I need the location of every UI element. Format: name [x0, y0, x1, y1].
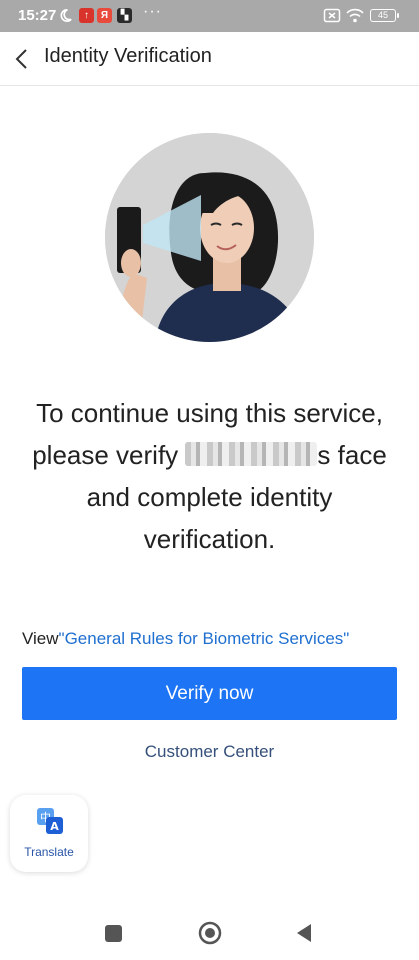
message-line: please verify s face [14, 434, 405, 476]
message-line: To continue using this service, [36, 398, 383, 428]
svg-text:A: A [50, 820, 59, 833]
recent-apps-icon[interactable] [105, 925, 122, 942]
status-time: 15:27 [18, 7, 57, 24]
message-text: s face [317, 440, 387, 470]
rules-prefix: View [22, 629, 59, 648]
status-bar: 15:27 ↑ Я ▚ ··· 45 [0, 0, 419, 32]
biometric-rules-notice: View"General Rules for Biometric Service… [22, 629, 349, 649]
translate-label: Translate [24, 845, 74, 859]
system-nav-bar [0, 905, 419, 960]
translate-icon: 中 A [37, 808, 63, 834]
no-sim-icon [323, 8, 341, 23]
verification-message: To continue using this service, please v… [14, 392, 405, 560]
upload-app-icon: ↑ [79, 8, 94, 23]
message-line: and complete identity [86, 482, 333, 512]
battery-icon: 45 [370, 9, 399, 22]
more-notifications-icon: ··· [143, 3, 162, 20]
face-scan-illustration [105, 133, 314, 342]
yandex-app-icon: Я [97, 8, 112, 23]
home-icon[interactable] [198, 921, 222, 945]
translate-button[interactable]: 中 A Translate [10, 795, 88, 872]
customer-center-link[interactable]: Customer Center [0, 742, 419, 762]
verify-now-button[interactable]: Verify now [22, 667, 397, 720]
message-line: verification. [143, 524, 276, 554]
woman-scanning-face-image [105, 133, 314, 342]
biometric-rules-link[interactable]: "General Rules for Biometric Services" [59, 629, 350, 648]
message-text: please verify [32, 440, 186, 470]
header: Identity Verification [0, 32, 419, 86]
back-triangle-icon[interactable] [295, 923, 313, 943]
app-notification-icon: ▚ [117, 8, 132, 23]
moon-icon [60, 9, 72, 22]
page-title: Identity Verification [44, 45, 212, 67]
redacted-username [185, 442, 318, 466]
chevron-left-icon[interactable] [12, 46, 34, 72]
wifi-icon [346, 8, 364, 23]
